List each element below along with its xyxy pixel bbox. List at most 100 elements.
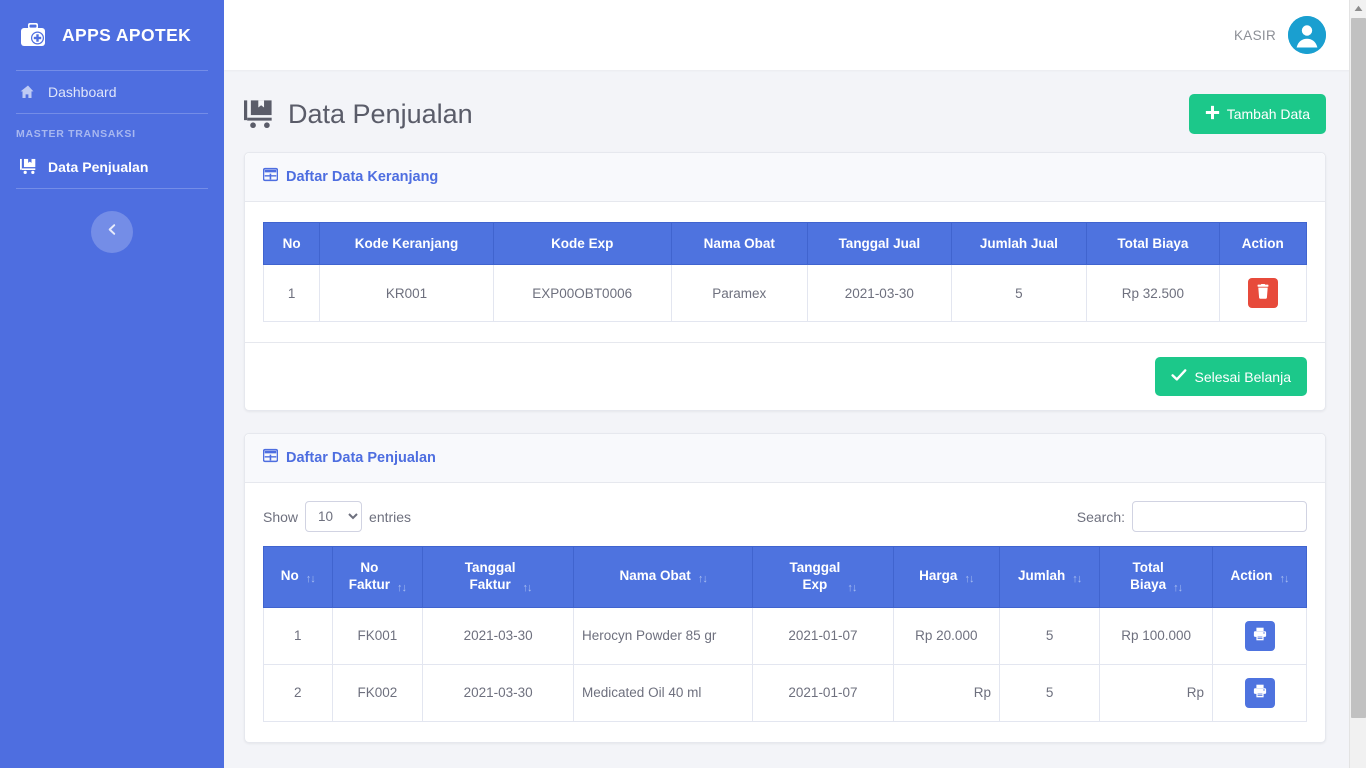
brand[interactable]: APPS APOTEK [0, 0, 224, 70]
penjualan-card-header: Daftar Data Penjualan [245, 434, 1325, 483]
sidebar-toggle-button[interactable] [91, 211, 133, 253]
cell-action [1212, 663, 1307, 722]
table-icon [262, 167, 279, 187]
cell-harga: Rp 20.000 [892, 606, 1001, 665]
col-label: No [280, 568, 299, 584]
cell-action [1218, 264, 1308, 322]
table-row: 1 FK001 2021-03-30 Herocyn Powder 85 gr … [263, 606, 1307, 665]
dolly-box-icon [244, 99, 276, 130]
sidebar-section-heading: MASTER TRANSAKSI [16, 128, 136, 140]
page-scrollbar[interactable] [1349, 0, 1366, 768]
keranjang-card-body: No Kode Keranjang Kode Exp Nama Obat Tan… [245, 202, 1325, 342]
col-label: Action [1230, 568, 1273, 584]
col-kode-keranjang: Kode Keranjang [319, 222, 494, 265]
scrollbar-thumb[interactable] [1351, 18, 1366, 718]
content: Data Penjualan Tambah Data Daftar Data K… [224, 70, 1366, 768]
sidebar-item-label: Dashboard [48, 84, 117, 100]
col-label: Nama Obat [619, 568, 691, 584]
sidebar-item-label: Data Penjualan [48, 158, 149, 175]
search-control: Search: [1077, 501, 1307, 532]
keranjang-header-row: No Kode Keranjang Kode Exp Nama Obat Tan… [262, 222, 1308, 265]
entries-select[interactable]: 10 25 50 100 [305, 501, 363, 532]
datatable-controls: Show 10 25 50 100 entries Search: [263, 501, 1307, 532]
cell-no: 2 [263, 663, 333, 722]
keranjang-card-footer: Selesai Belanja [245, 342, 1325, 410]
topbar: KASIR [224, 0, 1366, 70]
col-label-2: Biaya [1130, 576, 1167, 592]
cell-no-faktur: FK002 [331, 663, 424, 722]
col-label: Harga [919, 568, 958, 584]
user-name: KASIR [1233, 27, 1276, 43]
sort-updown-icon: ↑↓ [1072, 573, 1082, 586]
cart-box-icon [18, 158, 38, 175]
selesai-belanja-label: Selesai Belanja [1194, 368, 1291, 385]
tambah-data-button[interactable]: Tambah Data [1188, 94, 1326, 134]
page-title-text: Data Penjualan [288, 98, 473, 129]
medical-bag-icon [16, 18, 50, 52]
check-icon [1171, 368, 1187, 385]
print-icon [1253, 684, 1267, 701]
print-icon [1253, 627, 1267, 644]
table-row: 1 KR001 EXP00OBT0006 Paramex 2021-03-30 … [262, 264, 1308, 322]
sidebar-item-dashboard[interactable]: Dashboard [0, 71, 224, 113]
tambah-data-label: Tambah Data [1226, 106, 1310, 122]
table-row: 2 FK002 2021-03-30 Medicated Oil 40 ml 2… [263, 663, 1307, 722]
brand-text: APPS APOTEK [62, 24, 192, 45]
print-button[interactable] [1244, 620, 1275, 651]
col-action: Action [1218, 222, 1308, 265]
cell-tanggal-jual: 2021-03-30 [807, 264, 952, 322]
print-button[interactable] [1244, 677, 1275, 708]
col-label: Tanggal [789, 560, 841, 575]
show-label: Show [263, 508, 299, 525]
col-total-biaya[interactable]: Total Biaya ↑↓ [1099, 546, 1214, 608]
delete-button[interactable] [1247, 278, 1278, 308]
col-label-2: Faktur [348, 576, 391, 592]
col-jumlah[interactable]: Jumlah ↑↓ [999, 546, 1101, 608]
cell-jumlah-jual: 5 [950, 264, 1088, 322]
col-label: No [360, 560, 379, 575]
chevron-left-icon [106, 223, 119, 241]
cell-total-biaya: Rp 100.000 [1099, 606, 1214, 665]
trash-icon [1256, 284, 1270, 302]
app-root: APPS APOTEK Dashboard MASTER TRANSAKSI D… [0, 0, 1366, 768]
entries-label: entries [369, 508, 412, 525]
col-no[interactable]: No ↑↓ [263, 546, 333, 608]
sidebar: APPS APOTEK Dashboard MASTER TRANSAKSI D… [0, 0, 224, 768]
penjualan-card: Daftar Data Penjualan Show 10 25 50 100 [244, 433, 1326, 743]
cell-nama-obat: Medicated Oil 40 ml [573, 663, 754, 722]
penjualan-card-title: Daftar Data Penjualan [286, 450, 436, 466]
cell-tanggal-exp: 2021-01-07 [752, 606, 894, 665]
sort-updown-icon: ↑↓ [697, 573, 708, 586]
col-kode-exp: Kode Exp [492, 222, 672, 265]
penjualan-card-body: Show 10 25 50 100 entries Search: [245, 483, 1325, 742]
main-area: KASIR Data Penjualan Tambah Data Daftar … [224, 0, 1366, 768]
cell-harga: Rp [892, 663, 1001, 722]
cell-kode-exp: EXP00OBT0006 [492, 264, 672, 322]
home-icon [18, 84, 38, 100]
search-label: Search: [1076, 508, 1125, 525]
col-action[interactable]: Action ↑↓ [1212, 546, 1307, 608]
user-avatar-icon[interactable] [1288, 16, 1326, 54]
col-tanggal-exp[interactable]: Tanggal Exp ↑↓ [752, 546, 894, 608]
col-no-faktur[interactable]: No Faktur ↑↓ [331, 546, 424, 608]
sort-updown-icon: ↑↓ [397, 581, 407, 594]
penjualan-table-body: 1 FK001 2021-03-30 Herocyn Powder 85 gr … [263, 606, 1307, 722]
sort-updown-icon: ↑↓ [1279, 573, 1290, 586]
col-harga[interactable]: Harga ↑↓ [892, 546, 1001, 608]
col-label-2: Faktur [469, 576, 511, 592]
cell-tanggal-faktur: 2021-03-30 [422, 663, 575, 722]
scrollbar-up-arrow-icon[interactable] [1350, 0, 1366, 17]
cell-no: 1 [262, 264, 321, 322]
col-nama-obat[interactable]: Nama Obat ↑↓ [573, 546, 754, 608]
sidebar-item-data-penjualan[interactable]: Data Penjualan [0, 145, 224, 188]
col-nama-obat: Nama Obat [670, 222, 809, 265]
page-title: Data Penjualan [244, 99, 473, 130]
col-tanggal-jual: Tanggal Jual [807, 222, 952, 265]
selesai-belanja-button[interactable]: Selesai Belanja [1155, 357, 1307, 396]
keranjang-card-header: Daftar Data Keranjang [245, 153, 1325, 202]
sort-updown-icon: ↑↓ [305, 573, 316, 586]
keranjang-card: Daftar Data Keranjang No Kode Keranjang … [244, 152, 1326, 411]
col-tanggal-faktur[interactable]: Tanggal Faktur ↑↓ [422, 546, 575, 608]
cell-jumlah: 5 [999, 663, 1101, 722]
search-input[interactable] [1132, 501, 1307, 532]
